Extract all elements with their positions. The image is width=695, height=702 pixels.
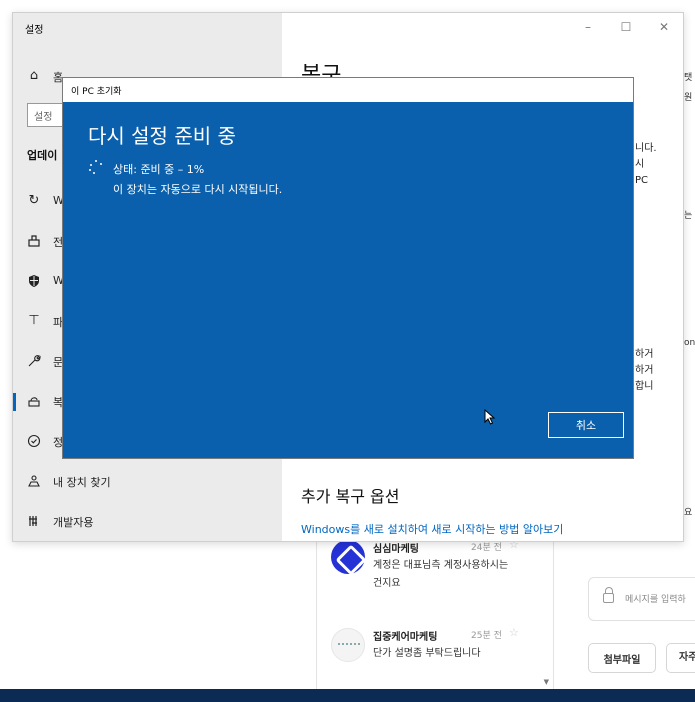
content-text-fragment: 시 — [635, 159, 645, 170]
sidebar-item-find-my-device[interactable]: 내 장치 찾기 — [13, 466, 282, 496]
lock-icon — [603, 587, 614, 603]
reset-pc-dialog: 이 PC 초기화 다시 설정 준비 중 상태: 준비 중 – 1% 이 장치는 … — [62, 77, 634, 459]
peek-text: 원 — [684, 93, 693, 103]
sidebar-item-label: 내 장치 찾기 — [53, 476, 111, 489]
message-input[interactable]: 메시지를 입력하 — [588, 577, 695, 621]
developer-icon — [27, 514, 41, 528]
recovery-icon — [27, 394, 41, 408]
sidebar-section-heading: 업데이 — [27, 149, 58, 162]
home-icon: ⌂ — [29, 68, 39, 83]
chat-time: 25분 전 — [471, 631, 502, 641]
close-button[interactable]: ✕ — [645, 13, 683, 41]
chat-avatar — [331, 540, 365, 574]
frequent-phrases-button[interactable]: 자주 — [666, 643, 695, 673]
delivery-icon — [27, 234, 41, 248]
content-text-fragment: 합니 — [635, 381, 654, 392]
chat-message-preview: 단가 설명좀 부탁드립니다 — [373, 648, 481, 659]
mouse-cursor-icon — [484, 409, 496, 425]
window-controls: – ☐ ✕ — [569, 13, 683, 41]
chat-list-item[interactable]: 심심마케팅 24분 전 ☆ 계정은 대표님측 계정사용하시는건지요 — [331, 538, 551, 600]
content-text-fragment: 하거 — [635, 349, 654, 360]
peek-text: on — [684, 338, 695, 348]
star-icon[interactable]: ☆ — [509, 626, 519, 639]
chat-message-preview: 계정은 대표님측 계정사용하시는건지요 — [373, 560, 509, 589]
content-text-fragment: 니다. — [635, 143, 657, 154]
dialog-heading: 다시 설정 준비 중 — [88, 124, 236, 148]
settings-search-input[interactable]: 설정 — [27, 103, 67, 127]
chat-sender-name: 집중케어마케팅 — [373, 632, 438, 643]
restart-note: 이 장치는 자동으로 다시 시작됩니다. — [113, 183, 283, 196]
chat-avatar — [331, 628, 365, 662]
upload-icon: ⊤ — [28, 313, 40, 328]
taskbar — [0, 689, 695, 702]
sync-icon: ↻ — [28, 193, 40, 208]
chat-compose-panel: 메시지를 입력하 첨부파일 자주 — [570, 540, 695, 690]
cancel-button[interactable]: 취소 — [548, 412, 624, 438]
maximize-button[interactable]: ☐ — [607, 13, 645, 41]
section-heading: 추가 복구 옵션 — [301, 487, 400, 506]
wrench-icon — [27, 354, 41, 368]
peek-text: 탯 — [684, 73, 693, 83]
sidebar-item-developers[interactable]: 개발자용 — [13, 506, 282, 536]
shield-icon — [27, 274, 41, 288]
content-text-fragment: 하거 — [635, 365, 654, 376]
content-text-fragment: PC — [635, 175, 649, 186]
fresh-start-link[interactable]: Windows를 새로 설치하여 새로 시작하는 방법 알아보기 — [301, 521, 563, 537]
loading-spinner-icon — [89, 160, 103, 174]
peek-text: 는 — [684, 211, 693, 221]
chat-list-item[interactable]: 집중케어마케팅 25분 전 ☆ 단가 설명좀 부탁드립니다 — [331, 626, 551, 688]
reset-status: 상태: 준비 중 – 1% — [113, 163, 205, 176]
minimize-button[interactable]: – — [569, 13, 607, 41]
scroll-down-arrow-icon[interactable]: ▼ — [544, 678, 549, 686]
dialog-titlebar: 이 PC 초기화 — [63, 78, 633, 102]
find-device-icon — [27, 474, 41, 488]
dialog-title: 이 PC 초기화 — [71, 87, 122, 97]
window-title: 설정 — [25, 25, 44, 36]
active-indicator — [13, 393, 16, 411]
sidebar-item-label: 개발자용 — [53, 516, 94, 529]
chat-list: 심심마케팅 24분 전 ☆ 계정은 대표님측 계정사용하시는건지요 집중케어마케… — [316, 538, 554, 690]
attach-file-button[interactable]: 첨부파일 — [588, 643, 656, 673]
peek-text: 요 — [684, 508, 693, 518]
message-placeholder: 메시지를 입력하 — [625, 595, 686, 605]
check-circle-icon — [27, 434, 41, 448]
chat-sender-name: 심심마케팅 — [373, 544, 419, 555]
